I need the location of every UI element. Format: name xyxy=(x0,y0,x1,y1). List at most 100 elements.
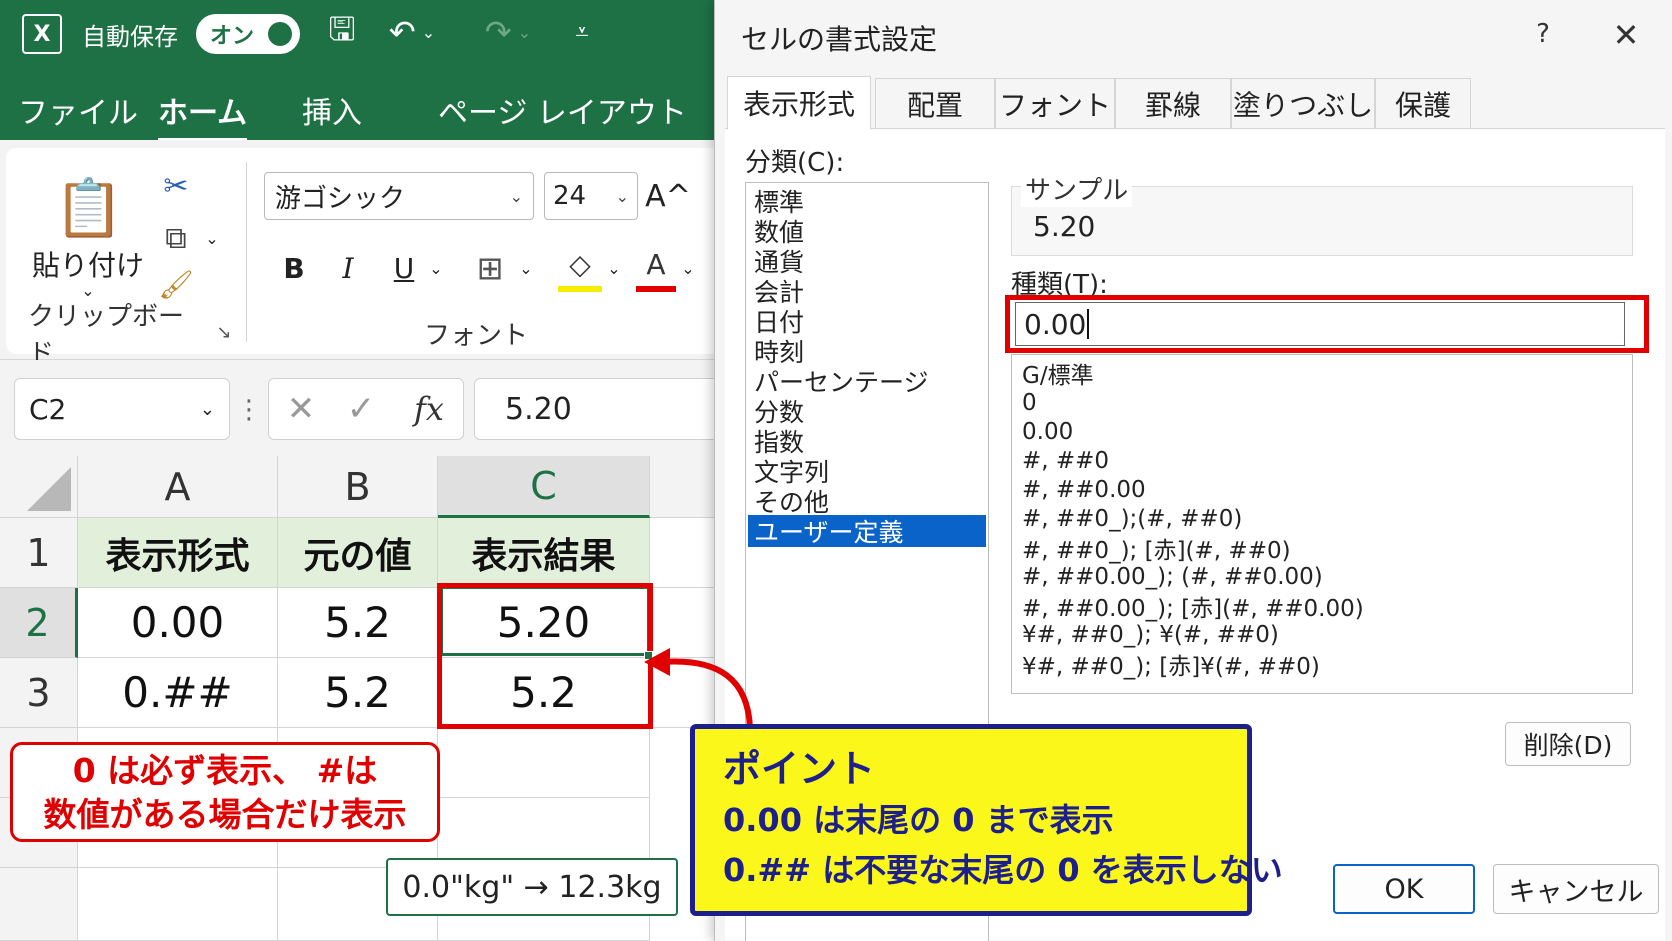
font-color-icon[interactable]: A xyxy=(636,242,676,292)
undo-icon[interactable]: ↶ ⌄ xyxy=(382,12,442,52)
chevron-down-icon[interactable]: ⌄ xyxy=(426,258,446,278)
font-name-value: 游ゴシック xyxy=(275,183,406,214)
format-item[interactable]: #, ##0_);(#, ##0) xyxy=(1022,503,1242,534)
underline-button[interactable]: U xyxy=(384,244,424,292)
row-header-2[interactable]: 2 xyxy=(0,588,78,658)
save-icon[interactable]: 🖫 xyxy=(322,10,362,54)
note-kg-example: 0.0"kg" → 12.3kg xyxy=(386,858,678,916)
category-label: 分類(C): xyxy=(745,148,845,178)
cell-c4[interactable] xyxy=(438,728,650,798)
row-header-3[interactable]: 3 xyxy=(0,658,78,728)
column-header-d[interactable] xyxy=(650,456,720,518)
note-zero-vs-hash: 0 は必ず表示、 #は 数値がある場合だけ表示 xyxy=(10,742,440,842)
chevron-down-icon: ⌄ xyxy=(509,186,523,206)
more-icon: ⋮ xyxy=(236,395,262,425)
select-all-corner[interactable] xyxy=(0,456,78,518)
cell-a6[interactable] xyxy=(78,868,278,941)
sample-label: サンプル xyxy=(1021,170,1133,207)
cell-c1[interactable]: 表示結果 xyxy=(438,518,650,588)
delete-button[interactable]: 削除(D) xyxy=(1505,722,1631,766)
highlight-box-type xyxy=(1005,295,1649,353)
tab-file[interactable]: ファイル xyxy=(18,88,138,132)
category-item-selected[interactable]: ユーザー定義 xyxy=(748,515,986,547)
font-size-value: 24 xyxy=(553,181,587,211)
cancel-button[interactable]: キャンセル xyxy=(1493,864,1659,914)
format-item[interactable]: 0.00 xyxy=(1022,416,1073,447)
tab-home[interactable]: ホーム xyxy=(158,88,248,142)
tab-alignment[interactable]: 配置 xyxy=(875,78,995,128)
chevron-down-icon[interactable]: ⌄ xyxy=(604,258,624,278)
tab-border[interactable]: 罫線 xyxy=(1115,78,1231,128)
chevron-down-icon: ⌄ xyxy=(615,186,629,206)
cell-a1[interactable]: 表示形式 xyxy=(78,518,278,588)
column-header-a[interactable]: A xyxy=(78,456,278,518)
name-box[interactable]: C2 ⌄ xyxy=(14,378,230,440)
ribbon: 📋 貼り付け ⌄ ✂ ⧉ ⌄ 🖌 クリップボード ↘ 游ゴシック ⌄ 24 ⌄ … xyxy=(0,140,720,369)
autosave-state: オン xyxy=(210,24,255,49)
group-divider xyxy=(246,162,247,342)
cell-a2[interactable]: 0.00 xyxy=(78,588,278,658)
column-header-c[interactable]: C xyxy=(438,456,650,518)
clipboard-group-label: クリップボード xyxy=(28,302,185,369)
cell-a3[interactable]: 0.## xyxy=(78,658,278,728)
format-item[interactable]: #, ##0 xyxy=(1022,445,1109,476)
borders-icon[interactable]: ⊞ xyxy=(468,244,512,292)
format-code-list[interactable]: G/標準 0 0.00 #, ##0 #, ##0.00 #, ##0_);(#… xyxy=(1011,354,1633,694)
format-item[interactable]: ¥#, ##0_); [赤]¥(#, ##0) xyxy=(1022,648,1320,680)
tab-page-layout[interactable]: ページ レイアウト xyxy=(438,88,687,132)
tab-protection[interactable]: 保護 xyxy=(1375,78,1471,128)
cell-b3[interactable]: 5.2 xyxy=(278,658,438,728)
sample-value: 5.20 xyxy=(1033,210,1096,243)
increase-font-size-icon[interactable]: A^ xyxy=(645,172,691,220)
close-icon[interactable]: ✕ xyxy=(1603,12,1649,58)
insert-function-icon[interactable]: fx xyxy=(407,387,451,431)
tab-fill[interactable]: 塗りつぶし xyxy=(1231,78,1375,128)
format-item[interactable]: #, ##0.00_); [赤](#, ##0.00) xyxy=(1022,590,1364,622)
row-header-6[interactable] xyxy=(0,868,78,941)
bold-button[interactable]: B xyxy=(274,244,314,292)
autosave-toggle[interactable]: オン xyxy=(196,14,300,54)
formula-input[interactable]: 5.20 xyxy=(474,378,720,440)
chevron-down-icon[interactable]: ⌄ xyxy=(678,258,698,278)
font-size-select[interactable]: 24 ⌄ xyxy=(544,172,638,220)
format-item[interactable]: G/標準 xyxy=(1022,357,1094,389)
fill-color-icon[interactable]: ◇ xyxy=(558,242,602,292)
tab-insert[interactable]: 挿入 xyxy=(302,88,362,132)
chevron-down-icon[interactable]: ⌄ xyxy=(202,228,222,248)
tab-number[interactable]: 表示形式 xyxy=(727,76,871,130)
paste-label[interactable]: 貼り付け xyxy=(28,244,148,284)
cancel-entry-icon[interactable]: ✕ xyxy=(281,387,321,431)
format-item[interactable]: #, ##0.00 xyxy=(1022,474,1146,505)
note-line-2: 数値がある場合だけ表示 xyxy=(43,795,407,834)
ok-button[interactable]: OK xyxy=(1333,864,1475,914)
row-header-1[interactable]: 1 xyxy=(0,518,78,588)
callout-arrow xyxy=(644,648,753,731)
customize-qat-icon[interactable]: ⩡ xyxy=(562,12,602,52)
paste-icon[interactable]: 📋 xyxy=(54,168,124,248)
cell-b2[interactable]: 5.2 xyxy=(278,588,438,658)
format-item[interactable]: #, ##0.00_); (#, ##0.00) xyxy=(1022,561,1323,592)
dialog-launcher-icon[interactable]: ↘ xyxy=(212,320,236,344)
point-line-1: 0.00 は末尾の 0 まで表示 xyxy=(723,801,1114,839)
chevron-down-icon[interactable]: ⌄ xyxy=(516,258,536,278)
format-item[interactable]: 0 xyxy=(1022,387,1037,418)
cell-d1[interactable] xyxy=(650,518,720,588)
cell-b1[interactable]: 元の値 xyxy=(278,518,438,588)
formula-bar: C2 ⌄ ⋮ ✕ ✓ fx 5.20 xyxy=(0,360,720,456)
font-name-select[interactable]: 游ゴシック ⌄ xyxy=(264,172,534,220)
chevron-down-icon: ⌄ xyxy=(199,398,215,420)
name-box-value: C2 xyxy=(29,392,67,426)
point-callout: ポイント 0.00 は末尾の 0 まで表示 0.## は不要な末尾の 0 を表示… xyxy=(690,724,1283,916)
format-item[interactable]: #, ##0_); [赤](#, ##0) xyxy=(1022,532,1291,564)
tab-font[interactable]: フォント xyxy=(995,78,1115,128)
help-button[interactable]: ? xyxy=(1523,14,1563,54)
column-header-b[interactable]: B xyxy=(278,456,438,518)
redo-icon[interactable]: ↷ ⌄ xyxy=(478,12,538,52)
italic-button[interactable]: I xyxy=(328,244,368,292)
enter-entry-icon[interactable]: ✓ xyxy=(341,387,381,431)
excel-app-icon: X xyxy=(22,14,62,54)
format-item[interactable]: ¥#, ##0_); ¥(#, ##0) xyxy=(1022,619,1279,650)
cut-icon[interactable]: ✂ xyxy=(156,166,196,206)
copy-icon[interactable]: ⧉ xyxy=(154,218,198,258)
toggle-knob xyxy=(268,22,292,46)
